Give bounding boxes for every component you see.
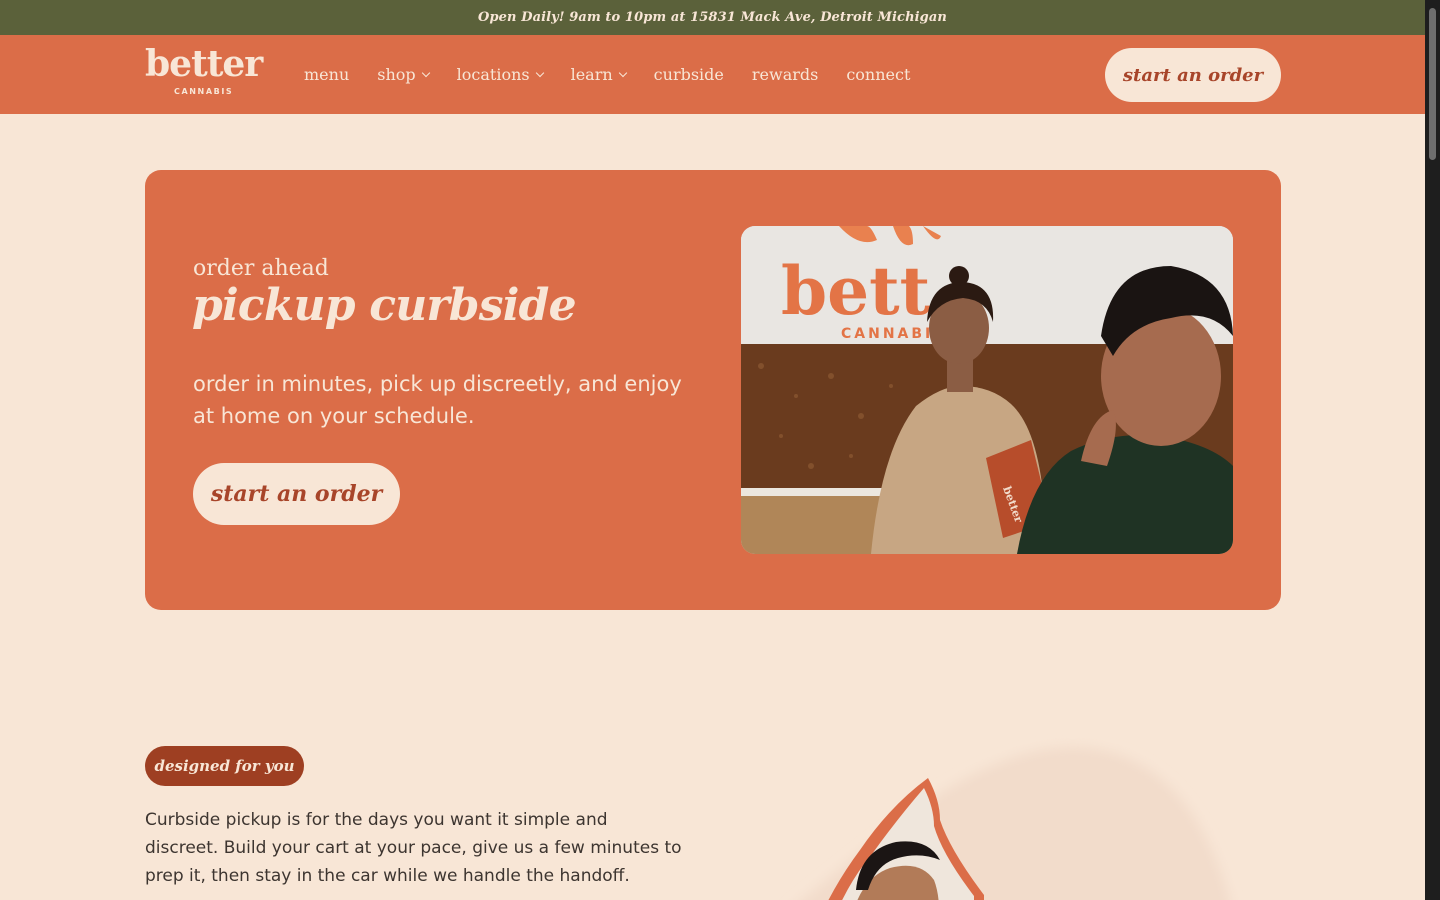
chevron-down-icon xyxy=(535,68,544,77)
nav-item-learn[interactable]: learn xyxy=(570,65,627,84)
nav-item-label: locations xyxy=(456,65,530,84)
hero-photo: bett CANNABI better xyxy=(741,226,1233,554)
nav-item-curbside[interactable]: curbside xyxy=(654,65,724,84)
nav-item-label: learn xyxy=(570,65,613,84)
sign-word: bett xyxy=(781,252,931,330)
nav-item-connect[interactable]: connect xyxy=(846,65,910,84)
nav-links: menu shop locations learn curbside rewar… xyxy=(304,35,938,114)
hero-photo-illustration: bett CANNABI better xyxy=(741,226,1233,554)
main-nav: better CANNABIS menu shop locations lear… xyxy=(0,35,1425,114)
hero-start-order-button[interactable]: start an order xyxy=(193,463,400,525)
nav-item-menu[interactable]: menu xyxy=(304,65,349,84)
brand-name: better xyxy=(145,43,263,85)
hero-body: order in minutes, pick up discreetly, an… xyxy=(193,372,682,428)
brand-logo[interactable]: better CANNABIS xyxy=(145,43,265,99)
scrollbar-thumb[interactable] xyxy=(1429,8,1436,160)
sign-sub: CANNABI xyxy=(841,326,933,342)
start-order-button[interactable]: start an order xyxy=(1105,48,1281,102)
scrollbar[interactable] xyxy=(1425,0,1440,900)
hero-card: order ahead pickup curbside order in min… xyxy=(145,170,1281,610)
decorative-photo-blob xyxy=(802,747,1230,900)
nav-item-label: shop xyxy=(377,65,416,84)
nav-item-label: connect xyxy=(846,65,911,84)
hero-title: pickup curbside xyxy=(192,280,577,331)
nav-item-label: rewards xyxy=(751,65,819,84)
designed-for-you-tag: designed for you xyxy=(145,746,304,786)
nav-item-rewards[interactable]: rewards xyxy=(752,65,818,84)
nav-item-label: curbside xyxy=(653,65,724,84)
hero-eyebrow: order ahead xyxy=(193,256,329,281)
brand-sub: CANNABIS xyxy=(174,87,234,96)
section-body: Curbside pickup is for the days you want… xyxy=(145,810,682,886)
announcement-text: Open Daily! 9am to 10pm at 15831 Mack Av… xyxy=(478,10,947,25)
chevron-down-icon xyxy=(421,68,430,77)
announcement-bar: Open Daily! 9am to 10pm at 15831 Mack Av… xyxy=(0,0,1425,35)
nav-item-shop[interactable]: shop xyxy=(377,65,430,84)
nav-item-locations[interactable]: locations xyxy=(456,65,544,84)
nav-item-label: menu xyxy=(304,65,350,84)
chevron-down-icon xyxy=(618,68,627,77)
tag-label: designed for you xyxy=(154,757,295,775)
